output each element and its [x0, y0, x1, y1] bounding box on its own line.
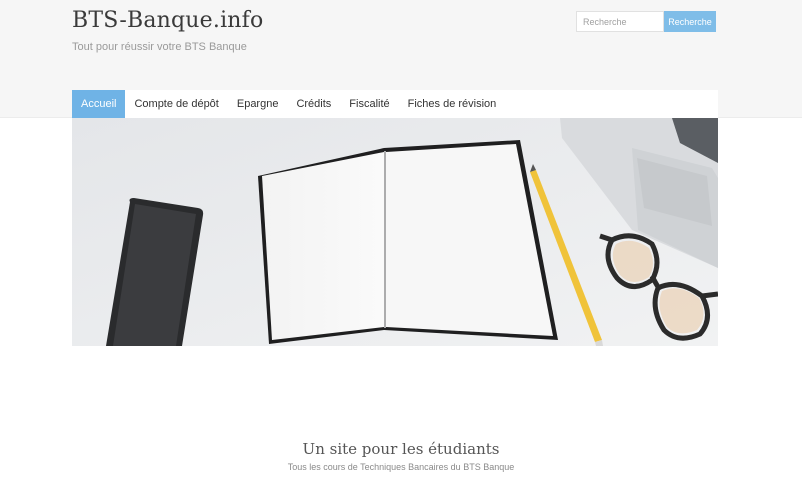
section-subtitle: Tous les cours de Techniques Bancaires d…: [287, 462, 515, 472]
search-form: Recherche: [576, 11, 716, 32]
hero-image: [72, 118, 718, 346]
nav-item-accueil[interactable]: Accueil: [72, 90, 126, 118]
nav-item-fiscalite[interactable]: Fiscalité: [340, 90, 398, 118]
search-input[interactable]: [576, 11, 664, 32]
site-title[interactable]: BTS-Banque.info: [72, 8, 263, 33]
nav-item-fiches-de-revision[interactable]: Fiches de révision: [399, 90, 506, 118]
site-tagline: Tout pour réussir votre BTS Banque: [72, 41, 247, 53]
main-navigation: Accueil Compte de dépôt Epargne Crédits …: [72, 90, 718, 118]
search-button[interactable]: Recherche: [664, 11, 716, 32]
section-title: Un site pour les étudiants: [302, 440, 500, 458]
notebook-icon: [258, 140, 558, 344]
nav-item-compte-de-depot[interactable]: Compte de dépôt: [125, 90, 227, 118]
nav-item-epargne[interactable]: Epargne: [228, 90, 288, 118]
nav-item-credits[interactable]: Crédits: [287, 90, 340, 118]
